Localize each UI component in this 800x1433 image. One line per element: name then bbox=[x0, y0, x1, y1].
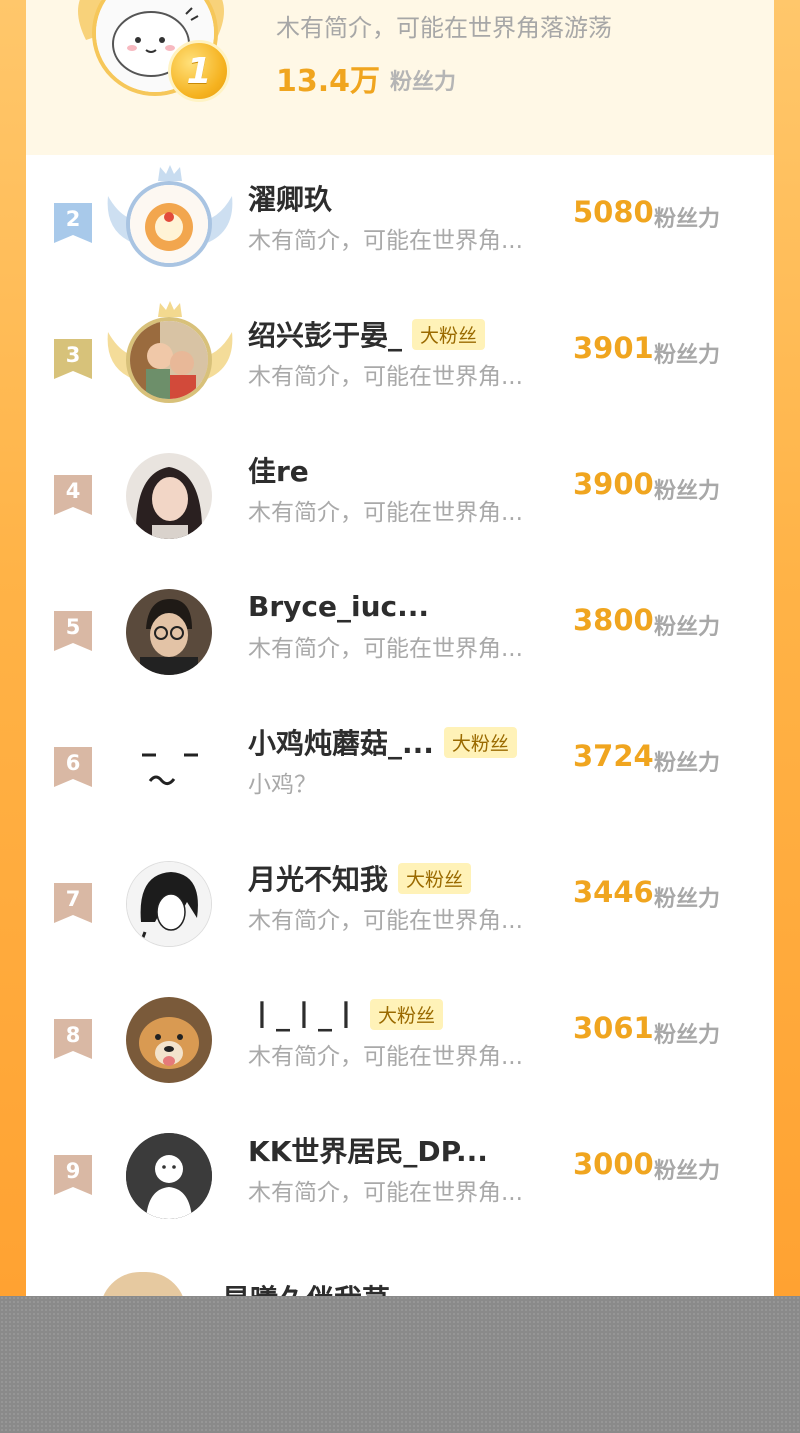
fan-power-score: 3724 bbox=[573, 739, 654, 773]
rank-flag: 3 bbox=[54, 339, 92, 379]
avatar[interactable] bbox=[126, 589, 212, 675]
fan-power-label: 粉丝力 bbox=[654, 615, 721, 640]
rank-flag: 9 bbox=[54, 1155, 92, 1195]
avatar[interactable] bbox=[126, 453, 212, 539]
avatar-frame bbox=[107, 165, 233, 269]
user-name[interactable]: 濯卿玖 bbox=[248, 178, 332, 218]
fan-power-label: 粉丝力 bbox=[654, 751, 721, 776]
top-fan-score: 13.4万 bbox=[276, 64, 381, 99]
rank-1-medal-icon: 1 bbox=[168, 40, 230, 102]
user-bio: 木有简介，可能在世界角... bbox=[248, 636, 523, 662]
fan-power-score: 3900 bbox=[573, 467, 654, 501]
user-name[interactable]: KK世界居民_DP... bbox=[248, 1130, 488, 1170]
big-fan-badge: 大粉丝 bbox=[443, 726, 517, 758]
list-item[interactable]: 3 绍兴彭于晏_ 大粉丝 木有简介，可能在世界角... 3901 粉丝力 bbox=[26, 291, 774, 427]
user-bio: 小鸡？ bbox=[248, 772, 317, 798]
fan-power-label: 粉丝力 bbox=[654, 479, 721, 504]
avatar-frame bbox=[126, 997, 214, 1085]
fan-power-score: 5080 bbox=[573, 195, 654, 229]
avatar-frame bbox=[126, 1133, 214, 1221]
top-fan-bio: 木有简介，可能在世界角落游荡 bbox=[276, 14, 612, 42]
rank-flag: 7 bbox=[54, 883, 92, 923]
fan-power-score: 3061 bbox=[573, 1011, 654, 1045]
list-item[interactable]: 7 月光不知我 大粉丝 木有简介，可能在世界角... 3446 粉丝力 bbox=[26, 835, 774, 971]
fan-power-label: 粉丝力 bbox=[654, 343, 721, 368]
fan-ranking-list: 1 木有简介，可能在世界角落游荡 13.4万 粉丝力 2 濯卿玖 木有简介，可能… bbox=[26, 0, 774, 1300]
rank-flag: 4 bbox=[54, 475, 92, 515]
list-item[interactable]: 6 小鸡炖蘑菇_... 大粉丝 小鸡？ 3724 粉丝力 bbox=[26, 699, 774, 835]
user-name[interactable]: 佳re bbox=[248, 450, 309, 490]
user-name[interactable]: 月光不知我 bbox=[248, 858, 388, 898]
avatar-frame bbox=[126, 725, 214, 813]
fan-power-score: 3800 bbox=[573, 603, 654, 637]
top-fan-card[interactable]: 1 木有简介，可能在世界角落游荡 13.4万 粉丝力 bbox=[26, 0, 774, 155]
avatar-frame bbox=[107, 301, 233, 405]
list-item[interactable]: 2 濯卿玖 木有简介，可能在世界角... 5080 粉丝力 bbox=[26, 155, 774, 291]
avatar-frame bbox=[126, 453, 214, 541]
list-item[interactable]: 9 KK世界居民_DP... 木有简介，可能在世界角... 3000 粉丝力 bbox=[26, 1107, 774, 1243]
gold-crown-icon bbox=[158, 301, 182, 317]
fan-power-score: 3000 bbox=[573, 1147, 654, 1181]
user-bio: 木有简介，可能在世界角... bbox=[248, 364, 523, 390]
fan-power-score: 3901 bbox=[573, 331, 654, 365]
avatar[interactable] bbox=[126, 997, 212, 1083]
fan-power-label: 粉丝力 bbox=[654, 1159, 721, 1184]
avatar[interactable] bbox=[126, 725, 212, 811]
big-fan-badge: 大粉丝 bbox=[370, 998, 444, 1030]
user-bio: 木有简介，可能在世界角... bbox=[248, 1044, 523, 1070]
top-fan-score-label: 粉丝力 bbox=[390, 70, 457, 95]
rank-flag: 2 bbox=[54, 203, 92, 243]
avatar[interactable] bbox=[126, 861, 212, 947]
rank-flag: 6 bbox=[54, 747, 92, 787]
user-name[interactable]: 绍兴彭于晏_ bbox=[248, 314, 402, 354]
user-bio: 木有简介，可能在世界角... bbox=[248, 1180, 523, 1206]
avatar-frame bbox=[126, 589, 214, 677]
user-bio: 木有简介，可能在世界角... bbox=[248, 500, 523, 526]
avatar[interactable] bbox=[126, 1133, 212, 1219]
list-item[interactable]: 8 丨_丨_丨 大粉丝 木有简介，可能在世界角... 3061 粉丝力 bbox=[26, 971, 774, 1107]
avatar[interactable] bbox=[126, 181, 212, 267]
list-item[interactable]: 4 佳re 木有简介，可能在世界角... 3900 粉丝力 bbox=[26, 427, 774, 563]
list-item[interactable]: 5 Bryce_iuc... 木有简介，可能在世界角... 3800 粉丝力 bbox=[26, 563, 774, 699]
avatar[interactable] bbox=[126, 317, 212, 403]
silver-crown-icon bbox=[158, 165, 182, 181]
fan-power-score: 3446 bbox=[573, 875, 654, 909]
user-name[interactable]: Bryce_iuc... bbox=[248, 590, 429, 623]
fan-power-label: 粉丝力 bbox=[654, 887, 721, 912]
fan-power-label: 粉丝力 bbox=[654, 1023, 721, 1048]
fan-power-label: 粉丝力 bbox=[654, 207, 721, 232]
rank-flag: 8 bbox=[54, 1019, 92, 1059]
user-name[interactable]: 小鸡炖蘑菇_... bbox=[248, 722, 434, 762]
big-fan-badge: 大粉丝 bbox=[412, 318, 486, 350]
bottom-overlay bbox=[0, 1296, 800, 1433]
user-bio: 木有简介，可能在世界角... bbox=[248, 228, 523, 254]
user-bio: 木有简介，可能在世界角... bbox=[248, 908, 523, 934]
big-fan-badge: 大粉丝 bbox=[398, 862, 472, 894]
avatar-frame bbox=[126, 861, 214, 949]
user-name[interactable]: 丨_丨_丨 bbox=[248, 994, 360, 1034]
rank-flag: 5 bbox=[54, 611, 92, 651]
